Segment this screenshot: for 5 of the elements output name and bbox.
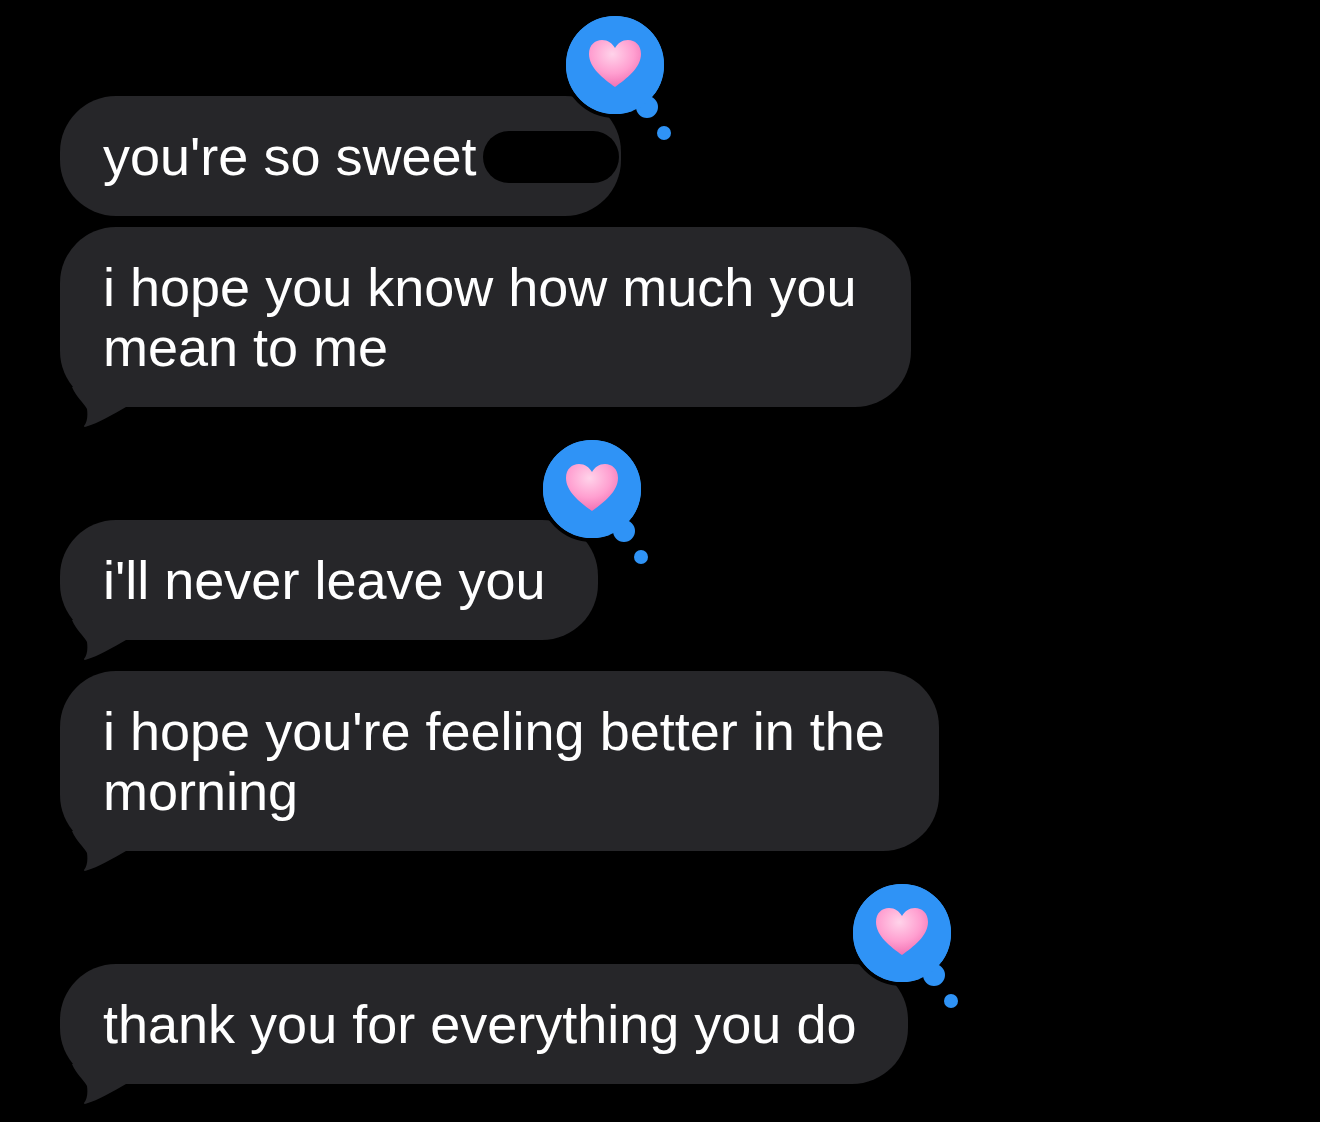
message-text: you're so sweet <box>103 126 477 186</box>
message-text: thank you for everything you do <box>103 994 857 1054</box>
message-text: i hope you're feeling better in the morning <box>103 701 885 821</box>
message-text: i hope you know how much you mean to me <box>103 257 857 377</box>
message-text: i'll never leave you <box>103 550 546 610</box>
